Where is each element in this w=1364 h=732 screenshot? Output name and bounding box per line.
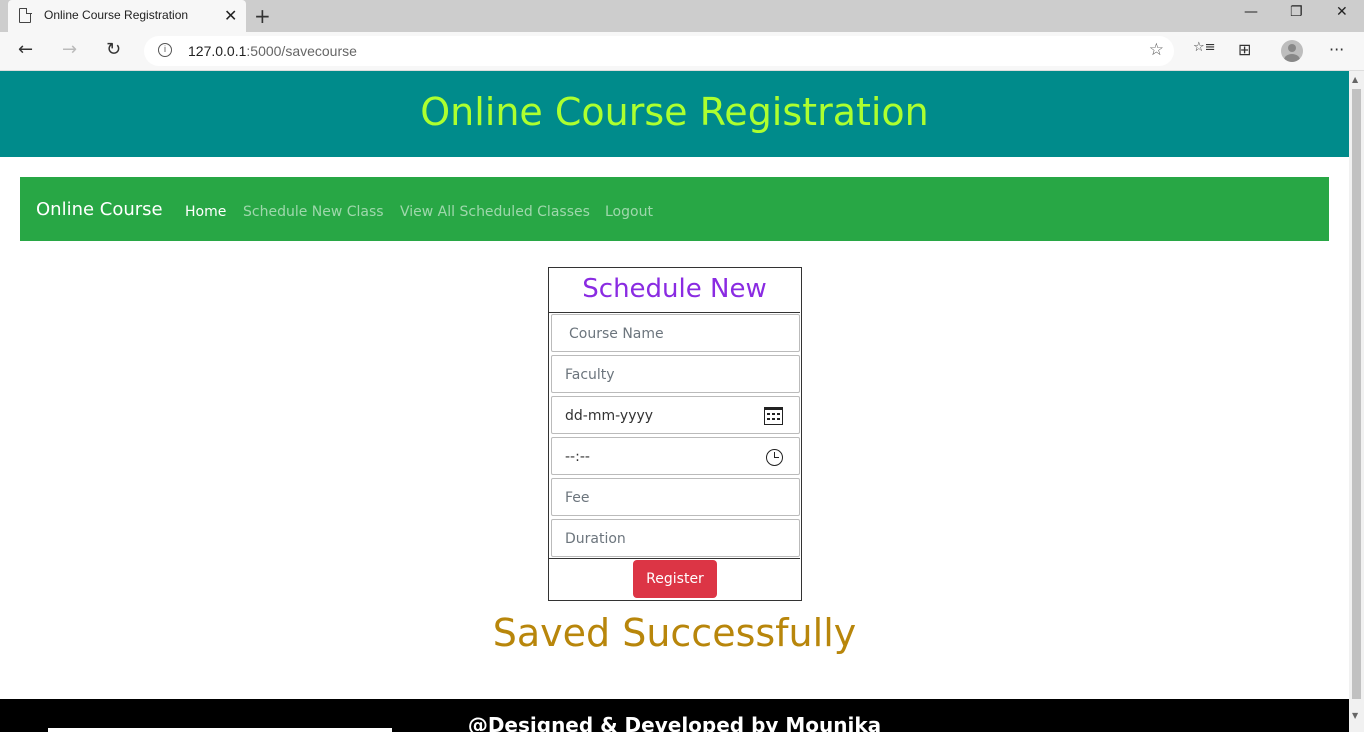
course-name-placeholder: Course Name [569, 326, 664, 342]
course-name-input[interactable]: Course Name [551, 314, 800, 352]
nav-link-view-scheduled-classes[interactable]: View All Scheduled Classes [400, 204, 590, 220]
nav-link-schedule-new-class[interactable]: Schedule New Class [243, 204, 384, 220]
nav-link-logout[interactable]: Logout [605, 204, 653, 220]
schedule-class-form: Schedule New class Course Name Faculty d… [548, 267, 802, 601]
date-placeholder: dd-mm-yyyy [565, 408, 654, 424]
page-viewport: Online Course Registration Online Course… [0, 71, 1349, 732]
horizontal-scroll-thumb[interactable] [48, 728, 392, 732]
back-icon[interactable]: ← [18, 39, 33, 60]
favorite-star-icon[interactable]: ☆ [1149, 40, 1164, 60]
tab-title: Online Course Registration [44, 8, 189, 22]
restore-icon[interactable]: ❐ [1290, 4, 1303, 20]
close-window-icon[interactable]: ✕ [1336, 4, 1348, 20]
url-field[interactable]: i 127.0.0.1:5000/savecourse ☆ [144, 36, 1174, 66]
minimize-icon[interactable]: — [1244, 4, 1258, 20]
date-input[interactable]: dd-mm-yyyy [551, 396, 800, 434]
url-host: 127.0.0.1 [188, 43, 247, 59]
duration-placeholder: Duration [565, 531, 626, 547]
page-header: Online Course Registration [0, 71, 1349, 157]
form-divider [549, 558, 800, 559]
faculty-input[interactable]: Faculty [551, 355, 800, 393]
status-message: Saved Successfully [492, 611, 857, 655]
favorites-list-icon[interactable]: ☆≡ [1193, 40, 1216, 55]
nav-link-home[interactable]: Home [185, 204, 226, 220]
navbar-brand[interactable]: Online Course [36, 199, 163, 220]
register-button[interactable]: Register [633, 560, 717, 598]
duration-input[interactable]: Duration [551, 519, 800, 557]
more-menu-icon[interactable]: ··· [1329, 40, 1344, 59]
url-text: 127.0.0.1:5000/savecourse [188, 43, 357, 59]
navbar: Online Course Home Schedule New Class Vi… [20, 177, 1329, 241]
fee-input[interactable]: Fee [551, 478, 800, 516]
browser-tab[interactable]: Online Course Registration ✕ [8, 0, 246, 32]
scroll-up-icon[interactable]: ▲ [1352, 75, 1358, 84]
page-icon [19, 7, 32, 23]
page-title: Online Course Registration [420, 90, 929, 134]
time-input[interactable]: --:-- [551, 437, 800, 475]
info-icon[interactable]: i [158, 43, 172, 57]
close-tab-icon[interactable]: ✕ [224, 6, 237, 25]
address-bar: ← → ↻ i 127.0.0.1:5000/savecourse ☆ ☆≡ ⊞… [0, 32, 1364, 71]
refresh-icon[interactable]: ↻ [106, 39, 121, 60]
form-title: Schedule New class [549, 268, 800, 346]
profile-avatar-icon[interactable] [1281, 40, 1303, 62]
browser-tab-bar: Online Course Registration ✕ + — ❐ ✕ [0, 0, 1364, 32]
calendar-icon[interactable] [764, 407, 783, 425]
collections-icon[interactable]: ⊞ [1238, 40, 1251, 59]
scroll-down-icon[interactable]: ▼ [1352, 711, 1358, 720]
vertical-scrollbar[interactable]: ▲ ▼ [1349, 71, 1364, 732]
footer-text: @Designed & Developed by Mounika [467, 713, 882, 732]
new-tab-icon[interactable]: + [254, 4, 271, 28]
url-path: :5000/savecourse [246, 43, 357, 59]
clock-icon[interactable] [766, 449, 783, 466]
faculty-placeholder: Faculty [565, 367, 615, 383]
scroll-thumb[interactable] [1352, 89, 1361, 699]
forward-icon[interactable]: → [62, 39, 77, 60]
fee-placeholder: Fee [565, 490, 590, 506]
time-placeholder: --:-- [565, 449, 590, 465]
